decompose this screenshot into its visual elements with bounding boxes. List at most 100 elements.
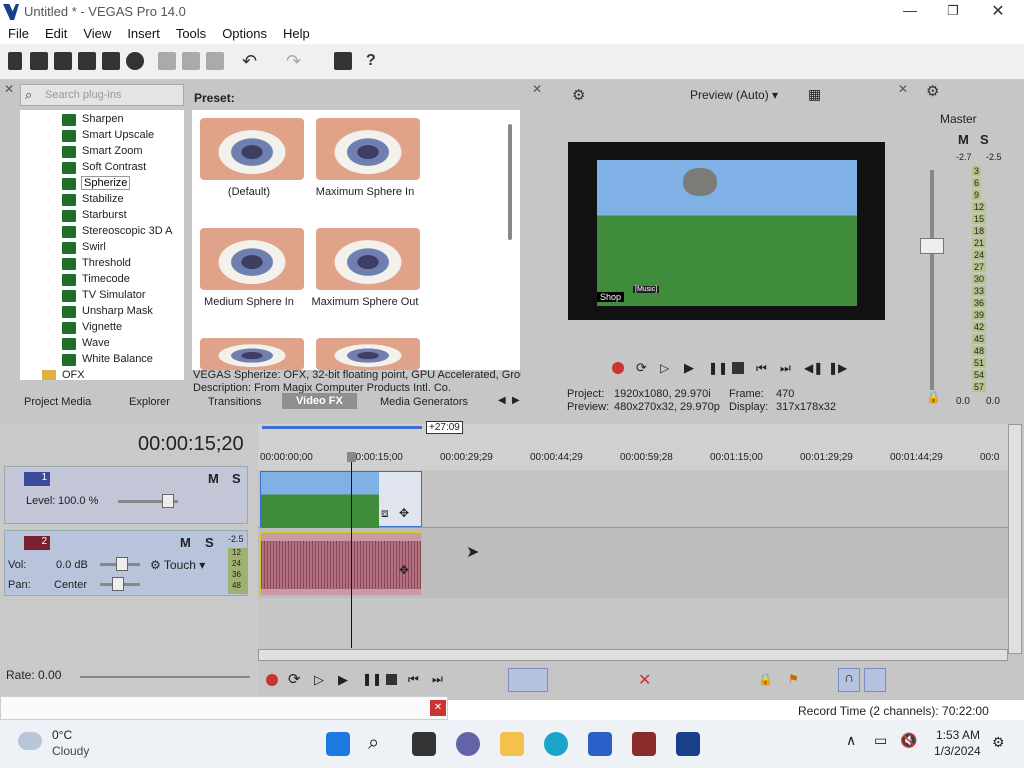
tab-project-media[interactable]: Project Media (24, 396, 91, 408)
notification-icon[interactable]: ⚙ (992, 734, 1005, 751)
notification-close-icon[interactable]: ✕ (430, 700, 446, 716)
crop-icon[interactable]: ⧈ (381, 506, 389, 521)
loop-icon[interactable]: ⟳ (636, 361, 648, 374)
audio-track-mute[interactable]: M (180, 535, 191, 550)
play-from-start-icon[interactable]: ▷ (660, 362, 672, 374)
menu-options[interactable]: Options (214, 24, 275, 41)
preset-scrollbar[interactable] (508, 124, 512, 240)
menu-file[interactable]: File (0, 24, 37, 41)
audio-clip[interactable]: ✥ (260, 532, 422, 596)
enable-snapping-icon[interactable] (334, 52, 352, 70)
tab-media-generators[interactable]: Media Generators (380, 396, 468, 408)
video-track-mute[interactable]: M (208, 471, 219, 486)
menu-edit[interactable]: Edit (37, 24, 75, 41)
preset-thumb-max-out[interactable] (316, 228, 420, 290)
plugin-search-box[interactable]: ⌕ Search plug-ins (20, 84, 184, 106)
tray-chevron-icon[interactable]: ∧ (846, 732, 856, 749)
audio-clip-fx-icon[interactable]: ✥ (399, 563, 409, 577)
new-icon[interactable] (8, 52, 22, 70)
paste-icon[interactable] (206, 52, 224, 70)
loop-button-icon[interactable]: ⟳ (288, 670, 301, 688)
auto-crossfade-icon[interactable] (864, 668, 886, 692)
timeline-vscroll[interactable] (1008, 424, 1022, 654)
edge-icon[interactable] (544, 732, 568, 756)
video-clip[interactable]: ⧈ ✥ (260, 471, 422, 528)
audio-track-solo[interactable]: S (205, 535, 214, 550)
help-icon[interactable]: ? (366, 52, 384, 70)
preview-settings-icon[interactable]: ⚙ (572, 86, 585, 104)
clock-date[interactable]: 1/3/2024 (934, 744, 981, 758)
file-explorer-icon[interactable] (500, 732, 524, 756)
tab-scroll-right-icon[interactable]: ▶ (512, 395, 520, 406)
tab-video-fx[interactable]: Video FX (282, 393, 357, 409)
maximize-button[interactable]: ❐ (944, 3, 962, 21)
level-slider-handle[interactable] (162, 494, 174, 508)
next-frame-icon[interactable]: ❚▶ (828, 362, 847, 374)
undo-icon[interactable]: ↶ (242, 52, 260, 70)
close-button[interactable]: ✕ (988, 1, 1008, 21)
go-to-start-icon[interactable]: ⏮ (756, 362, 768, 374)
tab-explorer[interactable]: Explorer (129, 396, 170, 408)
tab-transitions[interactable]: Transitions (208, 396, 261, 408)
grid-icon[interactable]: ▦ (808, 86, 821, 103)
copy-icon[interactable] (182, 52, 200, 70)
rate-slider[interactable] (80, 676, 250, 678)
master-close-icon[interactable]: ✕ (898, 82, 908, 96)
master-solo[interactable]: S (980, 132, 989, 147)
go-to-end-icon[interactable]: ⏭ (780, 362, 792, 374)
record-button-icon[interactable] (266, 674, 278, 686)
play-button-icon[interactable]: ▶ (338, 672, 348, 688)
delete-icon[interactable]: ✕ (638, 670, 651, 690)
menu-insert[interactable]: Insert (119, 24, 168, 41)
store-icon[interactable] (588, 732, 612, 756)
preset-thumb-default[interactable] (200, 118, 304, 180)
prev-frame-icon[interactable]: ◀❚ (804, 362, 823, 374)
vol-slider-handle[interactable] (116, 557, 128, 571)
menu-help[interactable]: Help (275, 24, 318, 41)
save-icon[interactable] (54, 52, 72, 70)
preset-thumb-max-in[interactable] (316, 118, 420, 180)
minimize-button[interactable]: — (900, 2, 920, 22)
lock-envelopes-icon[interactable]: 🔒 (758, 672, 773, 686)
menu-view[interactable]: View (75, 24, 119, 41)
preview-close-icon[interactable]: ✕ (532, 82, 542, 96)
automation-mode[interactable]: ⚙ Touch ▾ (150, 558, 205, 572)
search-taskbar-icon[interactable]: ⌕ (368, 732, 392, 756)
play-start-button-icon[interactable]: ▷ (314, 672, 324, 688)
pan-slider-handle[interactable] (112, 577, 124, 591)
lock-icon[interactable]: 🔒 (926, 390, 941, 404)
tab-scroll-left-icon[interactable]: ◀ (498, 395, 506, 406)
playhead-cursor[interactable] (351, 452, 352, 648)
stop-icon[interactable] (732, 362, 744, 374)
master-fader-handle[interactable] (920, 238, 944, 254)
playhead-handle[interactable] (347, 452, 356, 462)
task-view-icon[interactable] (412, 732, 436, 756)
properties-icon[interactable] (126, 52, 144, 70)
pan-crop-icon[interactable]: ✥ (399, 506, 409, 520)
menu-tools[interactable]: Tools (168, 24, 214, 41)
marker-icon[interactable]: ⚑ (788, 672, 799, 686)
start-icon[interactable] (326, 732, 350, 756)
timeline-hscroll[interactable] (258, 649, 1008, 661)
start-button-icon[interactable]: ⏮ (408, 672, 419, 687)
save-as-icon[interactable] (78, 52, 96, 70)
pause-button-icon[interactable]: ❚❚ (362, 672, 382, 686)
master-settings-icon[interactable]: ⚙ (926, 82, 939, 100)
preset-thumb-medium-in[interactable] (200, 228, 304, 290)
open-icon[interactable] (30, 52, 48, 70)
redo-icon[interactable]: ↷ (286, 52, 304, 70)
video-track-solo[interactable]: S (232, 471, 241, 486)
end-button-icon[interactable]: ⏭ (432, 672, 443, 687)
normal-edit-tool-icon[interactable] (508, 668, 548, 692)
snapping-icon[interactable]: ∩ (838, 668, 860, 692)
pause-icon[interactable]: ❚❚ (708, 362, 728, 374)
record-icon[interactable] (612, 362, 624, 374)
master-mute[interactable]: M (958, 132, 969, 147)
panel-close-icon[interactable]: ✕ (4, 82, 14, 96)
play-icon[interactable]: ▶ (684, 361, 696, 374)
volume-icon[interactable]: 🔇 (900, 732, 917, 749)
vegas-taskbar-icon[interactable] (676, 732, 700, 756)
stop-button-icon[interactable] (386, 674, 397, 685)
clock-time[interactable]: 1:53 AM (936, 728, 980, 742)
cut-icon[interactable] (158, 52, 176, 70)
